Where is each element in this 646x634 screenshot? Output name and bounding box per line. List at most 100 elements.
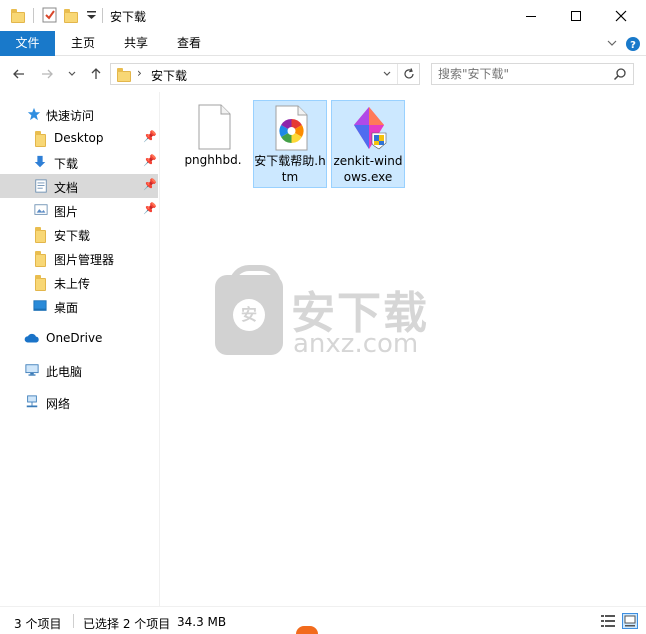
arrow-right-icon (42, 69, 53, 79)
separator (33, 8, 34, 23)
watermark: 安 安下载 anxz.com (215, 265, 435, 360)
search-box[interactable] (431, 63, 634, 85)
search-input[interactable] (438, 66, 608, 82)
folder-icon (117, 68, 131, 82)
htm-file-icon (275, 105, 308, 151)
address-bar[interactable]: › 安下载 (110, 63, 420, 85)
desktop-icon (33, 300, 47, 311)
file-item[interactable]: 安下载帮助.htm (253, 100, 327, 188)
close-icon (615, 10, 627, 21)
large-icons-view-icon[interactable] (622, 613, 638, 629)
status-bar: 3 个项目 已选择 2 个项目 34.3 MB (0, 606, 646, 634)
nav-item-label: 下载 (54, 157, 79, 171)
pin-icon: 📌 (143, 178, 157, 191)
window-title: 安下载 (110, 10, 147, 24)
expand-ribbon-icon[interactable] (606, 36, 618, 50)
nav-item-quick-access[interactable]: 快速访问 (0, 102, 158, 126)
nav-item-downloads[interactable]: 下载 📌 (0, 150, 158, 174)
separator (102, 8, 103, 23)
folder-icon (35, 251, 46, 267)
nav-item-onedrive[interactable]: OneDrive (0, 326, 158, 350)
pin-icon: 📌 (143, 154, 157, 167)
search-icon[interactable] (613, 67, 627, 81)
nav-item-label: OneDrive (46, 331, 103, 345)
minimize-icon (526, 15, 536, 17)
status-item-count: 3 个项目 (14, 617, 62, 631)
folder-icon (11, 9, 25, 23)
nav-item-picture-manager[interactable]: 图片管理器 (0, 246, 158, 270)
exe-file-icon (354, 107, 387, 150)
folder-icon (35, 227, 46, 243)
folder-icon (35, 275, 46, 291)
arrow-up-icon (91, 68, 101, 79)
address-dropdown-button[interactable] (379, 64, 395, 84)
navigation-pane: 快速访问 Desktop 📌 下载 📌 文档 📌 图片 📌 安下载 图片管理器 … (0, 92, 160, 606)
breadcrumb-current[interactable]: 安下载 (151, 67, 187, 84)
back-button[interactable] (10, 65, 28, 83)
title-bar: 安下载 (0, 0, 646, 31)
up-button[interactable] (87, 65, 105, 83)
minimize-button[interactable] (508, 0, 554, 31)
status-selected: 已选择 2 个项目 (83, 617, 171, 631)
close-button[interactable] (598, 0, 644, 31)
network-icon (26, 395, 38, 408)
recent-locations-button[interactable] (63, 65, 81, 83)
arrow-left-icon (13, 69, 24, 79)
tab-share[interactable]: 共享 (110, 31, 162, 56)
taskbar-indicator (296, 626, 318, 634)
ribbon-tabs: 文件 主页 共享 查看 ? (0, 31, 646, 56)
nav-item-label: 安下载 (54, 229, 91, 243)
file-name: 安下载帮助.htm (254, 154, 326, 184)
pin-icon: 📌 (143, 130, 157, 143)
nav-item-label: 图片管理器 (54, 253, 115, 267)
forward-button[interactable] (38, 65, 56, 83)
new-folder-icon[interactable] (64, 9, 78, 23)
status-size: 34.3 MB (177, 615, 227, 629)
nav-item-this-pc[interactable]: 此电脑 (0, 358, 158, 382)
refresh-button[interactable] (397, 64, 419, 84)
svg-text:?: ? (630, 40, 636, 51)
file-item[interactable]: zenkit-windows.exe (331, 100, 405, 188)
cloud-icon (24, 333, 39, 343)
picture-icon (34, 204, 48, 215)
separator (73, 614, 74, 628)
refresh-icon (403, 68, 414, 79)
nav-item-not-uploaded[interactable]: 未上传 (0, 270, 158, 294)
nav-item-documents[interactable]: 文档 📌 (0, 174, 158, 198)
breadcrumb-chevron-icon: › (137, 66, 142, 80)
customize-toolbar-icon[interactable] (83, 6, 101, 24)
folder-icon (35, 131, 46, 147)
pin-icon: 📌 (143, 202, 157, 215)
nav-item-label: 图片 (54, 205, 79, 219)
computer-icon (25, 364, 39, 376)
tab-home[interactable]: 主页 (58, 31, 108, 56)
star-icon (27, 107, 41, 121)
blank-file-icon (198, 104, 231, 150)
help-icon[interactable]: ? (626, 37, 640, 51)
address-row: › 安下载 (0, 56, 646, 92)
nav-item-label: 未上传 (54, 277, 91, 291)
tab-file[interactable]: 文件 (0, 31, 55, 56)
nav-item-label: 网络 (46, 397, 71, 411)
chevron-down-icon (383, 71, 391, 76)
nav-item-pictures[interactable]: 图片 📌 (0, 198, 158, 222)
nav-item-desktop[interactable]: Desktop 📌 (0, 126, 158, 150)
maximize-button[interactable] (553, 0, 599, 31)
file-name: pnghhbd. (184, 153, 242, 167)
nav-item-network[interactable]: 网络 (0, 390, 158, 414)
watermark-subtitle: anxz.com (293, 329, 419, 359)
tab-view[interactable]: 查看 (164, 31, 214, 56)
file-list[interactable]: pnghhbd. 安下载帮助.htm zenkit-windows.exe 安 … (161, 92, 646, 606)
file-name: zenkit-windows.exe (333, 154, 403, 184)
nav-item-label: 桌面 (54, 301, 79, 315)
nav-item-label: 快速访问 (46, 109, 95, 123)
nav-item-label: 文档 (54, 181, 79, 195)
details-view-icon[interactable] (600, 613, 616, 629)
nav-item-desktop-cn[interactable]: 桌面 (0, 294, 158, 318)
file-item[interactable]: pnghhbd. (177, 100, 251, 188)
properties-icon[interactable] (41, 6, 59, 24)
watermark-badge-text: 安 (233, 299, 265, 331)
nav-item-anxiazai[interactable]: 安下载 (0, 222, 158, 246)
maximize-icon (571, 10, 581, 21)
document-icon (35, 179, 47, 193)
